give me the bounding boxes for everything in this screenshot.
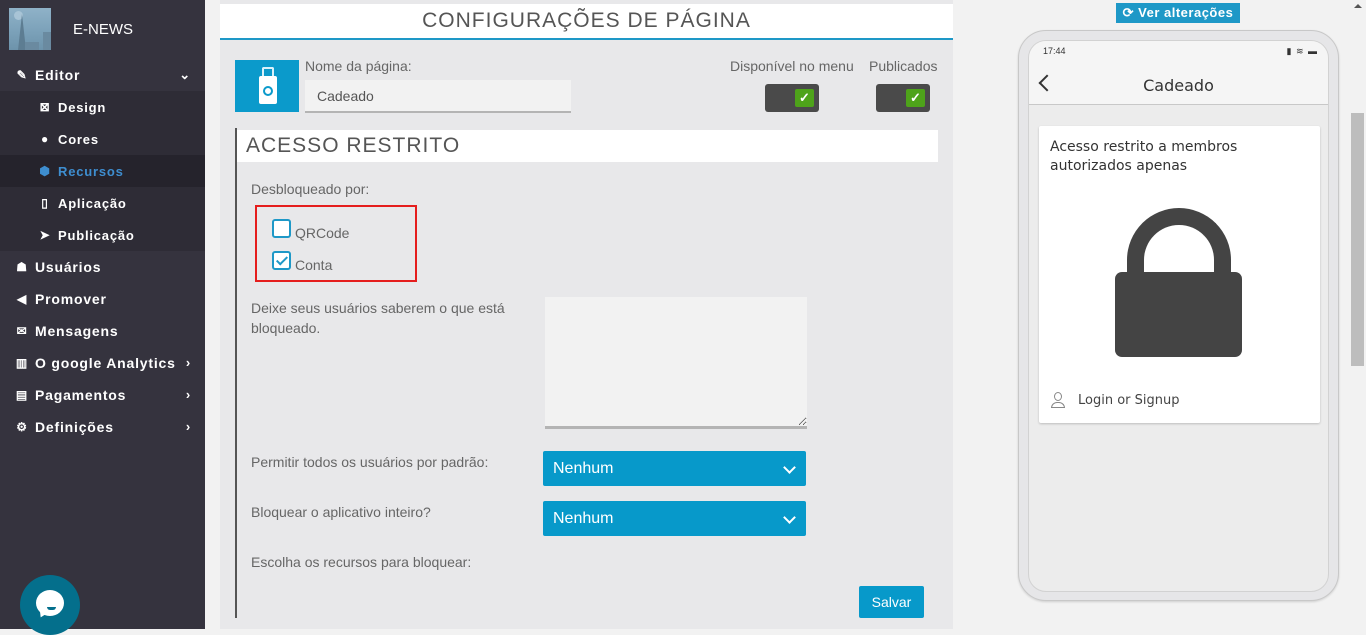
check-icon: ✓ xyxy=(795,89,814,107)
cube-icon: ⬢ xyxy=(39,164,51,178)
view-changes-label: Ver alterações xyxy=(1138,5,1234,20)
check-icon: ✓ xyxy=(906,89,925,107)
scroll-up-icon[interactable] xyxy=(1354,4,1362,8)
check-icon xyxy=(275,252,289,266)
choose-resources-label: Escolha os recursos para bloquear: xyxy=(251,554,472,570)
sidebar-item-cores[interactable]: ● Cores xyxy=(0,123,205,155)
login-signup-link[interactable]: Login or Signup xyxy=(1050,392,1179,408)
envelope-icon: ✉ xyxy=(16,324,28,338)
sidebar-item-label: Design xyxy=(58,99,107,115)
conta-checkbox[interactable] xyxy=(272,250,291,270)
sidebar-item-label: Publicação xyxy=(58,227,135,243)
unlocked-by-label: Desbloqueado por: xyxy=(251,181,370,197)
sidebar-item-label: O google Analytics xyxy=(35,355,176,371)
sidebar-item-promover[interactable]: ◀ Promover xyxy=(0,283,205,315)
credit-card-icon: ▤ xyxy=(15,388,29,402)
paper-plane-icon: ➤ xyxy=(39,228,51,242)
sidebar-item-publicacao[interactable]: ➤ Publicação xyxy=(0,219,205,251)
menu-toggle-label: Disponível no menu xyxy=(730,58,854,74)
chevron-right-icon: › xyxy=(185,419,191,434)
brand-logo xyxy=(9,8,51,50)
sidebar-item-label: Cores xyxy=(58,131,99,147)
status-time: 17:44 xyxy=(1043,46,1066,56)
scrollbar-thumb[interactable] xyxy=(1351,113,1364,366)
locked-message: Acesso restrito a membros autorizados ap… xyxy=(1050,139,1238,174)
sidebar-item-pagamentos[interactable]: ▤ Pagamentos › xyxy=(0,379,205,411)
page-name-label: Nome da página: xyxy=(305,58,412,74)
chevron-right-icon: › xyxy=(185,355,191,370)
unlock-option-qrcode[interactable]: QRCode xyxy=(272,215,349,241)
login-label: Login or Signup xyxy=(1078,392,1180,408)
sidebar-item-editor[interactable]: ✎ Editor ⌄ xyxy=(0,59,205,91)
bar-chart-icon: ▥ xyxy=(15,356,29,370)
sidebar-item-label: Editor xyxy=(35,67,81,83)
phone-preview: 17:44 ▮ ≋ ▬ Cadeado Acesso restrito a me… xyxy=(1018,30,1339,601)
lock-app-label: Bloquear o aplicativo inteiro? xyxy=(251,504,431,520)
padlock-page-icon[interactable] xyxy=(235,60,299,112)
page-title: CONFIGURAÇÕES DE PÁGINA xyxy=(220,4,953,40)
palette-icon: ● xyxy=(40,132,50,146)
sidebar-item-label: Promover xyxy=(35,291,107,307)
app-bar: Cadeado xyxy=(1029,61,1328,105)
chevron-right-icon: › xyxy=(185,387,191,402)
sidebar-item-analytics[interactable]: ▥ O google Analytics › xyxy=(0,347,205,379)
view-changes-button[interactable]: ⟳ Ver alterações xyxy=(1116,3,1240,23)
restricted-access-section: ACESSO RESTRITO Desbloqueado por: QRCode… xyxy=(235,128,938,618)
locked-message-label: Deixe seus usuários saberem o que está b… xyxy=(251,300,505,336)
chevron-down-icon: ⌄ xyxy=(179,67,191,82)
user-icon xyxy=(1050,392,1066,408)
editor-submenu: ⊠ Design ● Cores ⬢ Recursos ▯ Aplicação … xyxy=(0,91,205,251)
mobile-icon: ▯ xyxy=(41,196,49,210)
chat-widget-button[interactable] xyxy=(20,575,80,635)
cogs-icon: ⚙ xyxy=(16,420,28,434)
qrcode-checkbox[interactable] xyxy=(272,218,291,238)
brand-name: E-NEWS xyxy=(73,20,133,38)
published-toggle[interactable]: ✓ xyxy=(876,84,930,112)
users-icon: ☗ xyxy=(16,260,28,274)
locked-card: Acesso restrito a membros autorizados ap… xyxy=(1039,126,1320,423)
chevron-down-icon xyxy=(783,511,796,524)
published-label: Publicados xyxy=(869,58,938,74)
sidebar: E-NEWS ✎ Editor ⌄ ⊠ Design ● Cores ⬢ Rec… xyxy=(0,0,205,635)
pencil-icon: ✎ xyxy=(16,68,28,82)
sidebar-item-usuarios[interactable]: ☗ Usuários xyxy=(0,251,205,283)
app-bar-title: Cadeado xyxy=(1143,76,1214,95)
sidebar-item-design[interactable]: ⊠ Design xyxy=(0,91,205,123)
sidebar-item-label: Pagamentos xyxy=(35,387,127,403)
lock-app-select[interactable]: Nenhum xyxy=(543,501,806,536)
locked-message-textarea[interactable] xyxy=(545,297,807,429)
status-bar: 17:44 ▮ ≋ ▬ xyxy=(1029,41,1328,61)
sidebar-item-label: Aplicação xyxy=(58,195,127,211)
lock-icon-body xyxy=(1115,272,1242,357)
page-settings-panel: CONFIGURAÇÕES DE PÁGINA Nome da página: … xyxy=(220,0,953,629)
section-title: ACESSO RESTRITO xyxy=(237,130,938,162)
megaphone-icon: ◀ xyxy=(16,292,28,306)
design-icon: ⊠ xyxy=(39,100,51,114)
save-button[interactable]: Salvar xyxy=(859,586,924,618)
status-icons: ▮ ≋ ▬ xyxy=(1286,46,1318,56)
sidebar-item-label: Mensagens xyxy=(35,323,119,339)
menu-visibility-toggle[interactable]: ✓ xyxy=(765,84,819,112)
select-value: Nenhum xyxy=(553,460,614,477)
page-scrollbar[interactable] xyxy=(1350,0,1366,629)
sidebar-item-aplicacao[interactable]: ▯ Aplicação xyxy=(0,187,205,219)
chevron-down-icon xyxy=(783,461,796,474)
page-name-input[interactable] xyxy=(305,80,571,113)
sidebar-item-label: Recursos xyxy=(58,163,124,179)
phone-screen: 17:44 ▮ ≋ ▬ Cadeado Acesso restrito a me… xyxy=(1028,40,1329,592)
refresh-icon: ⟳ xyxy=(1122,5,1139,20)
select-value: Nenhum xyxy=(553,510,614,527)
checkbox-label: Conta xyxy=(295,257,333,273)
allow-all-select[interactable]: Nenhum xyxy=(543,451,806,486)
sidebar-nav: ✎ Editor ⌄ ⊠ Design ● Cores ⬢ Recursos ▯… xyxy=(0,59,205,443)
sidebar-item-definicoes[interactable]: ⚙ Definições › xyxy=(0,411,205,443)
checkbox-label: QRCode xyxy=(295,225,350,241)
allow-all-label: Permitir todos os usuários por padrão: xyxy=(251,454,489,470)
brand[interactable]: E-NEWS xyxy=(9,8,133,50)
unlock-option-conta[interactable]: Conta xyxy=(272,247,332,273)
sidebar-item-label: Usuários xyxy=(35,259,102,275)
sidebar-item-mensagens[interactable]: ✉ Mensagens xyxy=(0,315,205,347)
sidebar-item-label: Definições xyxy=(35,419,114,435)
sidebar-item-recursos[interactable]: ⬢ Recursos xyxy=(0,155,205,187)
